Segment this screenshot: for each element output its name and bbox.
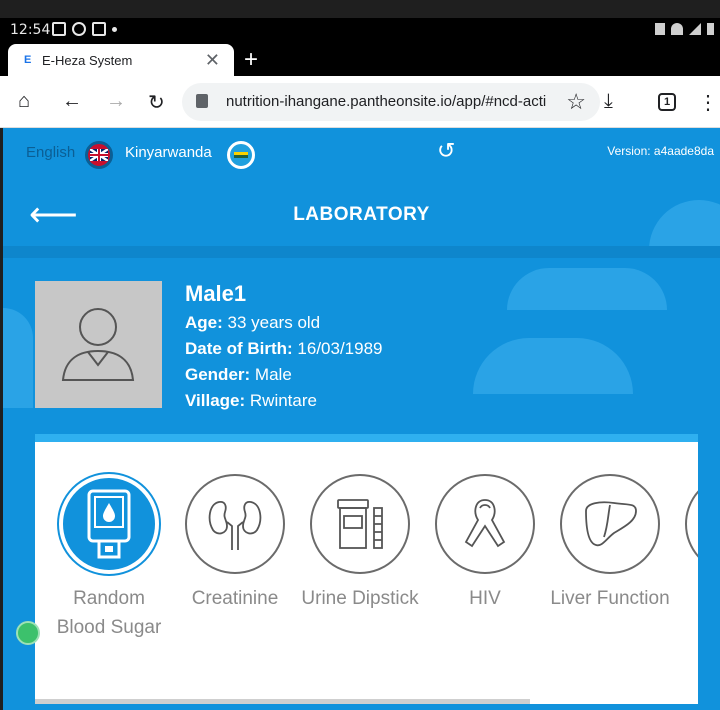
browser-toolbar: ⌂ ← → ↻ nutrition-ihangane.pantheonsite.… (0, 76, 720, 128)
liver-icon[interactable] (560, 474, 660, 574)
language-english[interactable]: English (26, 144, 75, 161)
new-tab-icon[interactable]: + (244, 46, 258, 74)
activity-random-blood-sugar[interactable]: Random Blood Sugar (49, 474, 169, 642)
signal-icon (689, 23, 701, 35)
tab-switcher-button[interactable]: 1 (658, 93, 676, 111)
activity-urine-dipstick[interactable]: Urine Dipstick (300, 474, 420, 613)
system-top-strip (0, 0, 720, 18)
horizontal-scrollbar[interactable] (35, 699, 530, 704)
gender-value: Male (254, 365, 292, 384)
activity-label: Random Blood Sugar (56, 588, 162, 638)
notification-icon (52, 22, 66, 36)
bookmark-star-icon[interactable]: ☆ (566, 89, 586, 115)
page-title: LABORATORY (293, 204, 430, 225)
patient-age: Age: 33 years old (185, 313, 383, 333)
age-value: 33 years old (227, 313, 321, 332)
activity-label: L (675, 584, 698, 613)
kidneys-icon[interactable] (185, 474, 285, 574)
version-label: Version: a4aade8da (607, 144, 714, 158)
vibrate-icon (655, 23, 665, 35)
lock-icon (196, 94, 208, 108)
activities-card: Random Blood Sugar Creatinine Urine Dips… (35, 442, 698, 704)
patient-name: Male1 (185, 281, 247, 306)
patient-card: Male1 Age: 33 years old Date of Birth: 1… (35, 281, 695, 411)
dob-value: 16/03/1989 (297, 339, 383, 358)
partial-icon[interactable] (685, 474, 698, 574)
activity-label: HIV (469, 588, 501, 609)
menu-icon[interactable]: ⋮ (698, 90, 718, 115)
patient-gender: Gender: Male (185, 365, 383, 385)
browser-tab-strip: E E-Heza System ✕ + (0, 42, 720, 76)
wifi-icon (671, 23, 683, 35)
glucometer-icon[interactable] (59, 474, 159, 574)
dob-label: Date of Birth: (185, 339, 293, 358)
tab-title: E-Heza System (42, 52, 133, 68)
sync-icon[interactable]: ↺ (437, 138, 455, 164)
bg-shape (3, 308, 33, 408)
floating-assistant-button[interactable] (16, 621, 40, 645)
activity-hiv[interactable]: HIV (425, 474, 545, 613)
gender-label: Gender: (185, 365, 251, 384)
close-tab-icon[interactable]: ✕ (205, 50, 220, 71)
reload-icon[interactable]: ↻ (148, 90, 165, 115)
rwanda-flag-icon[interactable] (227, 141, 255, 169)
age-label: Age: (185, 313, 223, 332)
avatar (35, 281, 162, 408)
status-time: 12:54 (10, 22, 51, 38)
person-icon (61, 308, 135, 381)
app-screen: English Kinyarwanda ↺ Version: a4aade8da… (3, 128, 720, 710)
activity-label: Liver Function (550, 588, 670, 609)
patient-info: Male1 Age: 33 years old Date of Birth: 1… (185, 281, 383, 417)
uk-flag-icon[interactable] (85, 141, 113, 169)
ribbon-icon[interactable] (435, 474, 535, 574)
download-icon[interactable]: ⤓ (604, 90, 613, 113)
notification-icons (52, 22, 117, 36)
page-header: ⟵ LABORATORY (3, 176, 720, 256)
back-icon[interactable]: ← (62, 90, 82, 113)
activity-partial[interactable]: L (675, 474, 698, 613)
language-kinyarwanda[interactable]: Kinyarwanda (125, 144, 212, 161)
more-notifications-icon (112, 26, 117, 32)
browser-tab[interactable]: E E-Heza System ✕ (8, 44, 234, 76)
patient-dob: Date of Birth: 16/03/1989 (185, 339, 383, 359)
activity-liver-function[interactable]: Liver Function (550, 474, 670, 613)
language-bar: English Kinyarwanda ↺ Version: a4aade8da (3, 128, 720, 176)
home-icon[interactable]: ⌂ (18, 90, 30, 113)
activity-label: Urine Dipstick (301, 588, 419, 609)
forward-icon[interactable]: → (106, 90, 126, 113)
image-icon (92, 22, 106, 36)
system-icons (655, 23, 714, 35)
activity-label: Creatinine (191, 588, 279, 609)
status-bar: 12:54 (0, 18, 720, 42)
url-text[interactable]: nutrition-ihangane.pantheonsite.io/app/#… (226, 93, 546, 110)
address-bar[interactable]: nutrition-ihangane.pantheonsite.io/app/#… (182, 83, 600, 121)
favicon-icon: E (24, 54, 32, 66)
patient-village: Village: Rwintare (185, 391, 383, 411)
urine-dipstick-icon[interactable] (310, 474, 410, 574)
village-value: Rwintare (249, 391, 317, 410)
drive-icon (72, 22, 86, 36)
battery-icon (707, 23, 714, 35)
card-accent (35, 434, 698, 442)
village-label: Village: (185, 391, 246, 410)
activity-creatinine[interactable]: Creatinine (175, 474, 295, 613)
